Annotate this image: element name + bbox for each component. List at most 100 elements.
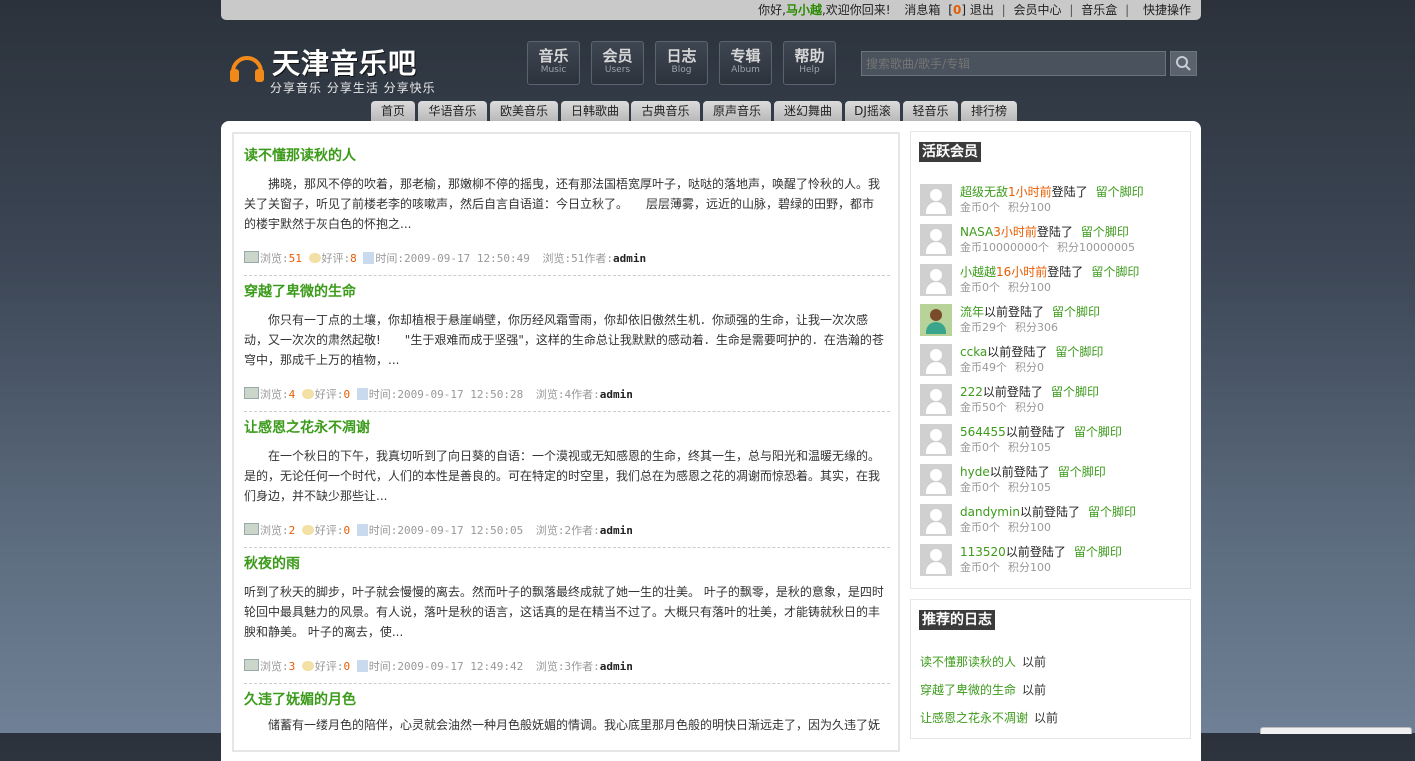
username-link[interactable]: 马小越 bbox=[786, 0, 822, 20]
nav-album-button[interactable]: 专辑 Album bbox=[719, 41, 772, 85]
member-stats: 金币0个 积分100 bbox=[960, 281, 1059, 295]
nav-music-label: 音乐 bbox=[538, 47, 569, 65]
logged-in-text: 登陆了 bbox=[1008, 305, 1045, 319]
avatar[interactable] bbox=[920, 464, 952, 496]
author-label: 作者: bbox=[584, 252, 613, 265]
logout-link[interactable]: 退出 bbox=[970, 0, 994, 20]
nav-users-button[interactable]: 会员 Users bbox=[591, 41, 644, 85]
tab-ranking[interactable]: 排行榜 bbox=[961, 101, 1017, 121]
divider: | bbox=[1069, 3, 1074, 17]
member-stats: 金币49个 积分0 bbox=[960, 361, 1052, 375]
post-views: 浏览:2 bbox=[535, 524, 572, 537]
member-gold: 金币0个 bbox=[960, 521, 1000, 534]
time-icon bbox=[356, 388, 368, 400]
avatar[interactable] bbox=[920, 504, 952, 536]
views-icon bbox=[244, 659, 259, 671]
footprint-link[interactable]: 留个脚印 bbox=[1074, 545, 1122, 559]
avatar[interactable] bbox=[920, 304, 952, 336]
nav-album-label: 专辑 bbox=[730, 47, 761, 65]
search-button[interactable] bbox=[1170, 51, 1197, 76]
member-time: 3小时前 bbox=[993, 225, 1037, 239]
post-title[interactable]: 穿越了卑微的生命 bbox=[244, 283, 890, 301]
member-name[interactable]: 流年 bbox=[960, 305, 984, 319]
post-item: 穿越了卑微的生命 你只有一丁点的土壤，你却植根于悬崖峭壁，你历经风霜雪雨，你却依… bbox=[244, 283, 890, 412]
member-gold: 金币49个 bbox=[960, 361, 1007, 374]
post-author[interactable]: admin bbox=[613, 252, 646, 265]
avatar[interactable] bbox=[920, 384, 952, 416]
search-input[interactable] bbox=[861, 51, 1166, 76]
member-item: 222以前登陆了 留个脚印 金币50个 积分0 bbox=[920, 384, 1185, 418]
recommended-item: 读不懂那读秋的人 以前 bbox=[920, 654, 1046, 670]
footprint-link[interactable]: 留个脚印 bbox=[1096, 185, 1144, 199]
tab-home[interactable]: 首页 bbox=[371, 101, 415, 121]
post-title[interactable]: 读不懂那读秋的人 bbox=[244, 147, 890, 165]
post-item: 久违了妩媚的月色 储蓄有一缕月色的陪伴，心灵就会油然一种月色般妩媚的情调。我心底… bbox=[244, 691, 890, 731]
member-item: dandymin以前登陆了 留个脚印 金币0个 积分100 bbox=[920, 504, 1185, 538]
member-name[interactable]: 超级无敌 bbox=[960, 185, 1008, 199]
inbox-bracket-close: ] bbox=[961, 3, 966, 17]
avatar[interactable] bbox=[920, 544, 952, 576]
nav-users-sublabel: Users bbox=[604, 65, 631, 75]
member-time: 以前 bbox=[989, 465, 1014, 479]
tab-chinese[interactable]: 华语音乐 bbox=[418, 101, 487, 121]
site-slogan: 分享音乐 分享生活 分享快乐 bbox=[270, 81, 436, 95]
nav-blog-label: 日志 bbox=[666, 47, 697, 65]
avatar[interactable] bbox=[920, 344, 952, 376]
footprint-link[interactable]: 留个脚印 bbox=[1052, 305, 1100, 319]
music-box-link[interactable]: 音乐盒 bbox=[1081, 0, 1117, 20]
views-count: 51 bbox=[288, 252, 302, 265]
quick-ops-link[interactable]: 快捷操作 bbox=[1143, 0, 1191, 20]
post-author[interactable]: admin bbox=[600, 388, 633, 401]
avatar[interactable] bbox=[920, 224, 952, 256]
recommended-title: 推荐的日志 bbox=[919, 610, 995, 630]
member-center-link[interactable]: 会员中心 bbox=[1014, 0, 1062, 20]
post-title[interactable]: 让感恩之花永不凋谢 bbox=[244, 419, 890, 437]
tab-trance[interactable]: 迷幻舞曲 bbox=[774, 101, 842, 121]
member-name[interactable]: ccka bbox=[960, 345, 987, 359]
tab-light-music[interactable]: 轻音乐 bbox=[903, 101, 958, 121]
member-name[interactable]: 小越越 bbox=[960, 265, 996, 279]
avatar[interactable] bbox=[920, 424, 952, 456]
member-gold: 金币0个 bbox=[960, 561, 1000, 574]
tab-soundtrack[interactable]: 原声音乐 bbox=[703, 101, 771, 121]
footprint-link[interactable]: 留个脚印 bbox=[1055, 345, 1103, 359]
avatar[interactable] bbox=[920, 184, 952, 216]
member-name[interactable]: hyde bbox=[960, 465, 990, 479]
post-author[interactable]: admin bbox=[600, 660, 633, 673]
post-author[interactable]: admin bbox=[600, 524, 633, 537]
inbox-link[interactable]: 消息箱 bbox=[904, 0, 940, 20]
footprint-link[interactable]: 留个脚印 bbox=[1051, 385, 1099, 399]
avatar[interactable] bbox=[920, 264, 952, 296]
comment-icon bbox=[308, 253, 321, 263]
nav-music-button[interactable]: 音乐 Music bbox=[527, 41, 580, 85]
tab-dj-rock[interactable]: DJ摇滚 bbox=[845, 101, 900, 121]
recommended-link[interactable]: 让感恩之花永不凋谢 bbox=[920, 711, 1028, 725]
recommended-time: 以前 bbox=[1022, 655, 1047, 669]
member-name[interactable]: NASA bbox=[960, 225, 993, 239]
member-time: 以前 bbox=[987, 345, 1012, 359]
member-points: 积分0 bbox=[1015, 361, 1044, 374]
tab-classical[interactable]: 古典音乐 bbox=[631, 101, 700, 121]
member-name[interactable]: dandymin bbox=[960, 505, 1020, 519]
views-count: 3 bbox=[288, 660, 296, 673]
time-icon bbox=[363, 252, 375, 264]
footprint-link[interactable]: 留个脚印 bbox=[1081, 225, 1129, 239]
footprint-link[interactable]: 留个脚印 bbox=[1091, 265, 1139, 279]
recommended-link[interactable]: 读不懂那读秋的人 bbox=[920, 655, 1016, 669]
member-name[interactable]: 113520 bbox=[960, 545, 1006, 559]
member-name[interactable]: 564455 bbox=[960, 425, 1006, 439]
footprint-link[interactable]: 留个脚印 bbox=[1088, 505, 1136, 519]
tab-western[interactable]: 欧美音乐 bbox=[490, 101, 558, 121]
likes-label: 好评: bbox=[314, 388, 344, 401]
post-title[interactable]: 久违了妩媚的月色 bbox=[244, 691, 890, 709]
recommended-link[interactable]: 穿越了卑微的生命 bbox=[920, 683, 1016, 697]
greeting-text: 你好, bbox=[758, 3, 786, 17]
footprint-link[interactable]: 留个脚印 bbox=[1074, 425, 1122, 439]
nav-help-button[interactable]: 帮助 Help bbox=[783, 41, 836, 85]
footprint-link[interactable]: 留个脚印 bbox=[1058, 465, 1106, 479]
member-name[interactable]: 222 bbox=[960, 385, 983, 399]
post-title[interactable]: 秋夜的雨 bbox=[244, 555, 890, 573]
post-views: 浏览:4 bbox=[535, 388, 572, 401]
tab-jpkr[interactable]: 日韩歌曲 bbox=[561, 101, 629, 121]
nav-blog-button[interactable]: 日志 Blog bbox=[655, 41, 708, 85]
